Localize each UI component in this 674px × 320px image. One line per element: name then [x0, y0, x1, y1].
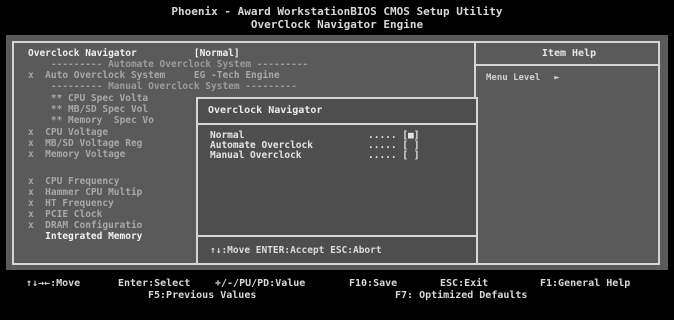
option-manual-overclock[interactable]: Manual Overclock — [210, 151, 302, 161]
menu-item-mb-sd-spec-voltage[interactable]: ** MB/SD Spec Vol — [28, 104, 148, 115]
bios-title: Phoenix - Award WorkstationBIOS CMOS Set… — [171, 5, 503, 18]
menu-item-auto-overclock-system[interactable]: x Auto Overclock System EG -Tech Engine — [28, 70, 280, 81]
menu-item-cpu-frequency[interactable]: x CPU Frequency — [28, 176, 120, 187]
menu-item-integrated-memory[interactable]: Integrated Memory — [28, 231, 142, 242]
bios-subtitle: OverClock Navigator Engine — [250, 18, 424, 31]
help-divider — [476, 64, 658, 66]
key-move: ↑↓→←:Move — [26, 278, 81, 289]
menu-item-cpu-spec-voltage[interactable]: ** CPU Spec Volta — [28, 93, 148, 104]
menu-item-cpu-voltage[interactable]: x CPU Voltage — [28, 127, 108, 138]
bios-title-bar: Phoenix - Award WorkstationBIOS CMOS Set… — [0, 0, 674, 34]
dialog-footer-divider — [198, 235, 476, 237]
menu-item-pcie-clock[interactable]: x PCIE Clock — [28, 209, 102, 220]
key-legend: ↑↓→←:Move Enter:Select +/-/PU/PD:Value F… — [0, 272, 674, 320]
key-value: +/-/PU/PD:Value — [215, 278, 306, 289]
option-manual-overclock-radio[interactable]: ..... [ ] — [368, 151, 419, 161]
key-esc-exit: ESC:Exit — [440, 278, 489, 289]
menu-item-hammer-cpu-multiplier[interactable]: x Hammer CPU Multip — [28, 187, 142, 198]
item-help-title: Item Help — [541, 48, 597, 59]
menu-level-label: Menu Level — [486, 73, 541, 83]
menu-level-arrow-icon: ► — [554, 73, 560, 83]
menu-item-dram-configuration[interactable]: x DRAM Configuratio — [28, 220, 142, 231]
menu-item-memory-voltage[interactable]: x Memory Voltage — [28, 149, 125, 160]
key-f5-previous: F5:Previous Values — [148, 290, 257, 301]
key-enter-select: Enter:Select — [118, 278, 191, 289]
menu-section-manual: --------- Manual Overclock System ------… — [28, 81, 297, 92]
menu-item-overclock-navigator[interactable]: Overclock Navigator [Normal] — [28, 48, 240, 59]
menu-item-memory-spec-voltage[interactable]: ** Memory Spec Vo — [28, 115, 154, 126]
menu-item-mb-sd-voltage[interactable]: x MB/SD Voltage Reg — [28, 138, 142, 149]
key-f1-help: F1:General Help — [540, 278, 631, 289]
overclock-navigator-dialog: Overclock Navigator Normal ..... [■] Aut… — [196, 97, 478, 265]
menu-level: Menu Level ► — [486, 73, 560, 83]
menu-section-automate: --------- Automate Overclock System ----… — [28, 59, 309, 70]
dialog-title-divider — [198, 123, 476, 125]
menu-item-ht-frequency[interactable]: x HT Frequency — [28, 198, 114, 209]
dialog-title: Overclock Navigator — [208, 105, 323, 116]
key-f10-save: F10:Save — [349, 278, 398, 289]
dialog-key-hints: ↑↓:Move ENTER:Accept ESC:Abort — [210, 245, 382, 256]
key-f7-defaults: F7: Optimized Defaults — [395, 290, 528, 301]
